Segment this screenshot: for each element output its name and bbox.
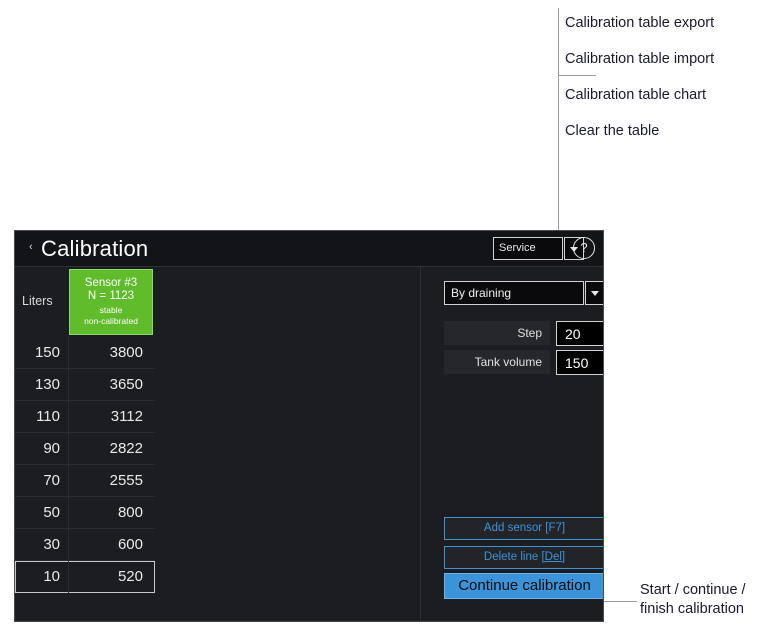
- help-icon[interactable]: ?: [573, 237, 595, 259]
- cell-value: 2822: [69, 433, 155, 465]
- table-row[interactable]: 90 2822: [15, 433, 155, 465]
- cell-value: 800: [69, 497, 155, 529]
- delete-line-shortcut: [Del]: [541, 551, 566, 563]
- calibration-method-dropdown-button[interactable]: [585, 281, 603, 305]
- cell-liters: 150: [15, 337, 69, 369]
- cell-liters: 70: [15, 465, 69, 497]
- panel-body: Liters Sensor #3 N = 1123 stable non-cal…: [15, 267, 603, 621]
- tank-volume-label: Tank volume: [444, 350, 550, 374]
- table-row[interactable]: 130 3650: [15, 369, 155, 401]
- cell-value: 3112: [69, 401, 155, 433]
- callout-leader-line-vertical: [558, 8, 559, 238]
- table-row[interactable]: 30 600: [15, 529, 155, 561]
- table-row[interactable]: 70 2555: [15, 465, 155, 497]
- cell-value: 600: [69, 529, 155, 561]
- cell-liters: 10: [15, 561, 69, 593]
- cell-value: 2555: [69, 465, 155, 497]
- step-label: Step: [444, 321, 550, 345]
- sensor-name: Sensor #3: [84, 277, 138, 289]
- callout-calibration-table-import: Calibration table import: [565, 51, 715, 67]
- table-row-selected[interactable]: 10 520: [15, 561, 155, 593]
- continue-calibration-button[interactable]: Continue calibration: [444, 573, 603, 599]
- tank-volume-field-row: Tank volume 150: [444, 350, 603, 375]
- calibration-method-select[interactable]: By draining: [444, 281, 584, 305]
- step-field-row: Step 20: [444, 321, 603, 346]
- panel-titlebar: ‹ Calibration Service ?: [15, 231, 603, 267]
- cell-liters: 90: [15, 433, 69, 465]
- calibration-panel: ‹ Calibration Service ? Liters Sensor #3: [14, 230, 604, 622]
- chevron-down-icon: [591, 291, 599, 296]
- column-header-liters-label: Liters: [22, 294, 53, 308]
- sensor-column-header[interactable]: Sensor #3 N = 1123 stable non-calibrated: [69, 269, 153, 335]
- cell-value: 3800: [69, 337, 155, 369]
- step-input[interactable]: 20: [556, 321, 603, 346]
- table-header-row: Liters Sensor #3 N = 1123 stable non-cal…: [15, 267, 155, 337]
- sensor-reading: N = 1123: [87, 290, 135, 302]
- cell-liters: 30: [15, 529, 69, 561]
- cell-liters: 50: [15, 497, 69, 529]
- delete-line-button[interactable]: Delete line [Del]: [444, 546, 603, 569]
- cell-value: 3650: [69, 369, 155, 401]
- tank-volume-input[interactable]: 150: [556, 350, 603, 375]
- callout-leader-tick-horizontal: [558, 75, 596, 76]
- cell-liters: 130: [15, 369, 69, 401]
- callout-start-continue-line1: Start / continue /: [640, 582, 746, 598]
- column-header-liters: Liters: [15, 267, 69, 337]
- screenshot-root: Calibration table export Calibration tab…: [0, 0, 775, 630]
- table-row[interactable]: 50 800: [15, 497, 155, 529]
- table-body: 150 3800 130 3650 110 3112 90 2822 70 25…: [15, 337, 155, 593]
- callout-clear-the-table: Clear the table: [565, 123, 660, 139]
- delete-line-label: Delete line: [483, 551, 542, 563]
- add-sensor-button[interactable]: Add sensor [F7]: [444, 517, 603, 540]
- mode-select-value: Service: [499, 242, 536, 254]
- mode-select[interactable]: Service: [493, 237, 563, 260]
- cell-value: 520: [117, 568, 143, 585]
- sensor-stability: stable: [99, 305, 123, 315]
- sensor-calibration-status: non-calibrated: [84, 316, 138, 326]
- callout-calibration-table-export: Calibration table export: [565, 15, 715, 31]
- page-title: Calibration: [41, 236, 149, 261]
- table-row[interactable]: 150 3800: [15, 337, 155, 369]
- calibration-table-pane: Liters Sensor #3 N = 1123 stable non-cal…: [15, 267, 435, 621]
- table-row[interactable]: 110 3112: [15, 401, 155, 433]
- callout-start-continue-line2: finish calibration: [640, 601, 744, 617]
- calibration-controls-pane: By draining Step 20 Tank volume 150 Add …: [422, 267, 603, 621]
- callout-calibration-table-chart: Calibration table chart: [565, 87, 707, 103]
- calibration-method-value: By draining: [451, 286, 512, 300]
- back-icon[interactable]: ‹: [29, 242, 33, 253]
- cell-liters: 110: [15, 401, 69, 433]
